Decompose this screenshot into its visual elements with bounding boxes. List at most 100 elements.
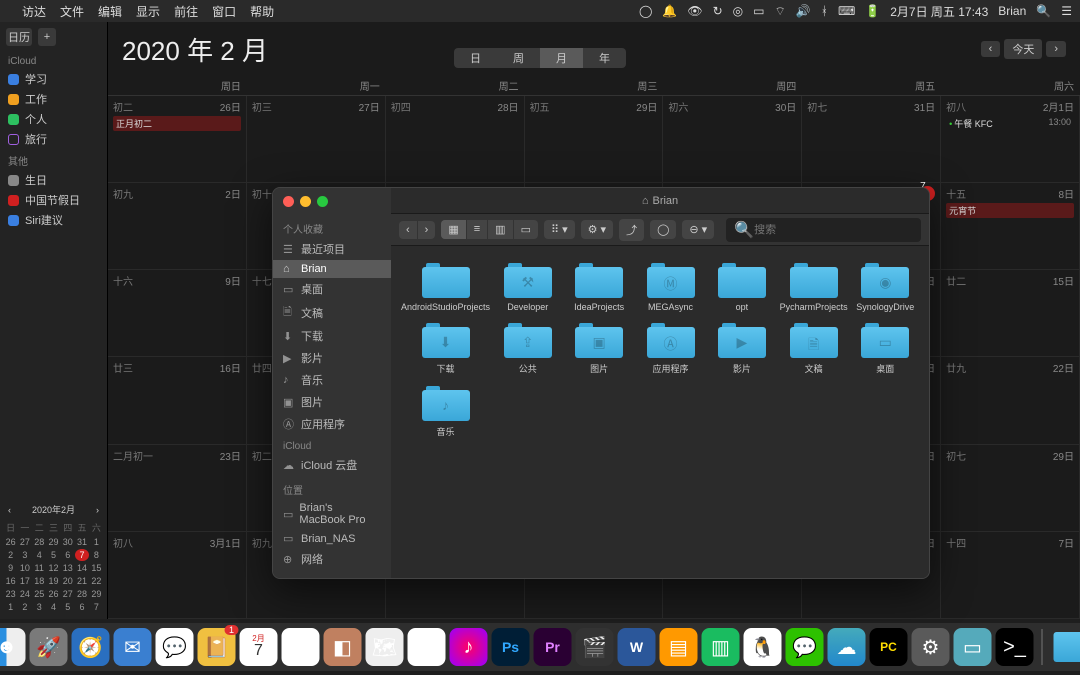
checkbox-icon[interactable] <box>8 114 19 125</box>
mini-cal-day[interactable]: 16 <box>4 575 17 587</box>
status-icon[interactable]: ◎ <box>733 4 743 18</box>
folder-item[interactable]: ⓂMEGAsync <box>637 260 704 312</box>
mini-cal-day[interactable]: 20 <box>61 575 74 587</box>
sidebar-item[interactable]: Ⓐ应用程序 <box>273 413 391 435</box>
mini-cal-day[interactable]: 24 <box>18 588 31 600</box>
sidebar-item[interactable]: 🗎文稿 <box>273 300 391 325</box>
view-week[interactable]: 周 <box>497 48 540 68</box>
dock-app[interactable]: 🚀 <box>30 628 68 666</box>
dock-app[interactable]: ♪ <box>450 628 488 666</box>
zoom-button[interactable] <box>317 196 328 207</box>
bluetooth-icon[interactable]: ᚼ <box>821 4 828 18</box>
dock-app[interactable]: ▤ <box>660 628 698 666</box>
calendar-cell[interactable]: 初八3月1日 <box>108 532 247 619</box>
view-year[interactable]: 年 <box>583 48 626 68</box>
display-icon[interactable]: ▭ <box>753 4 764 18</box>
mini-cal-day[interactable]: 25 <box>33 588 46 600</box>
view-month[interactable]: 月 <box>540 48 583 68</box>
sidebar-item[interactable]: ▣图片 <box>273 391 391 413</box>
calendar-cell[interactable]: 初九2日 <box>108 183 247 270</box>
dock-app[interactable]: 🧭 <box>72 628 110 666</box>
finder-content[interactable]: AndroidStudioProjects⚒DeveloperIdeaProje… <box>391 246 929 578</box>
sidebar-item[interactable]: ⬇下载 <box>273 325 391 347</box>
calendar-cell[interactable]: 二月初一23日 <box>108 445 247 532</box>
mini-cal-day[interactable]: 15 <box>90 562 103 574</box>
mini-cal-day[interactable]: 12 <box>47 562 60 574</box>
list-view-button[interactable]: ≡ <box>467 220 488 239</box>
gallery-view-button[interactable]: ▭ <box>514 220 538 239</box>
status-icon[interactable]: 👁 <box>687 4 702 18</box>
mini-cal-next[interactable]: › <box>96 505 99 515</box>
share-button[interactable]: ⤴ <box>619 219 644 241</box>
sidebar-item[interactable]: ⌂Brian <box>273 260 391 278</box>
dropdown-button[interactable]: ⊖ ▾ <box>682 220 714 239</box>
folder-item[interactable]: PycharmProjects <box>780 260 848 312</box>
mini-cal-day[interactable]: 22 <box>90 575 103 587</box>
arrange-button[interactable]: ⠿ ▾ <box>544 220 575 239</box>
dock-app[interactable]: 🎬 <box>576 628 614 666</box>
keyboard-icon[interactable]: ⌨ <box>838 4 855 18</box>
clock[interactable]: 2月7日 周五 17:43 <box>890 3 988 20</box>
calendar-list-item[interactable]: 生日 <box>0 170 107 190</box>
mini-cal-day[interactable]: 29 <box>47 536 60 548</box>
mini-cal-day[interactable]: 7 <box>75 549 88 561</box>
dock-downloads[interactable] <box>1051 628 1080 666</box>
calendar-list-item[interactable]: 旅行 <box>0 129 107 149</box>
mini-cal-day[interactable]: 5 <box>47 549 60 561</box>
dock-app[interactable]: ☁ <box>828 628 866 666</box>
checkbox-icon[interactable] <box>8 215 19 226</box>
sidebar-item[interactable]: ☰最近项目 <box>273 238 391 260</box>
mini-cal-day[interactable]: 1 <box>90 536 103 548</box>
app-name[interactable]: 访达 <box>22 3 46 20</box>
dock-app[interactable]: ✉ <box>114 628 152 666</box>
mini-cal-day[interactable]: 27 <box>61 588 74 600</box>
dock-app[interactable]: ☻ <box>0 628 26 666</box>
mini-cal-day[interactable]: 28 <box>75 588 88 600</box>
folder-item[interactable]: ▶影片 <box>708 320 775 375</box>
folder-item[interactable]: ▣图片 <box>565 320 632 375</box>
calendar-cell[interactable]: 初三27日 <box>247 96 386 183</box>
search-input[interactable] <box>754 224 913 236</box>
next-month-button[interactable]: › <box>1046 41 1066 57</box>
dock-app[interactable]: 💬 <box>156 628 194 666</box>
calendar-cell[interactable]: 初二26日正月初二 <box>108 96 247 183</box>
today-button[interactable]: 今天 <box>1004 39 1042 59</box>
add-calendar-button[interactable]: + <box>38 28 56 46</box>
calendar-cell[interactable]: 廿三16日 <box>108 357 247 444</box>
sync-icon[interactable]: ↻ <box>713 4 723 18</box>
calendar-list-item[interactable]: 中国节假日 <box>0 190 107 210</box>
mini-cal-day[interactable]: 13 <box>61 562 74 574</box>
finder-window[interactable]: 个人收藏 ☰最近项目⌂Brian▭桌面🗎文稿⬇下载▶影片♪音乐▣图片Ⓐ应用程序 … <box>272 187 930 579</box>
dock-app[interactable]: 💬 <box>786 628 824 666</box>
battery-icon[interactable]: 🔋 <box>865 4 880 18</box>
calendar-list-item[interactable]: Siri建议 <box>0 210 107 230</box>
calendar-event[interactable]: 正月初二 <box>113 116 241 131</box>
mini-cal-day[interactable]: 8 <box>90 549 103 561</box>
menu-help[interactable]: 帮助 <box>250 3 274 20</box>
dock-app[interactable]: Pr <box>534 628 572 666</box>
sidebar-item[interactable]: ☁iCloud 云盘 <box>273 454 391 476</box>
calendar-event[interactable]: 午餐 KFC13:00 <box>946 116 1074 131</box>
mini-cal-day[interactable]: 3 <box>18 549 31 561</box>
mini-cal-day[interactable]: 2 <box>4 549 17 561</box>
view-day[interactable]: 日 <box>454 48 497 68</box>
sidebar-item[interactable]: ⊕网络 <box>273 548 391 570</box>
view-segmented-control[interactable]: 日 周 月 年 <box>454 48 626 68</box>
status-icon[interactable]: ◯ <box>639 4 652 18</box>
user-name[interactable]: Brian <box>998 4 1026 18</box>
mini-cal-day[interactable]: 19 <box>47 575 60 587</box>
mini-cal-day[interactable]: 18 <box>33 575 46 587</box>
calendar-cell[interactable]: 十五8日元宵节 <box>941 183 1080 270</box>
menu-file[interactable]: 文件 <box>60 3 84 20</box>
mini-cal-day[interactable]: 6 <box>61 549 74 561</box>
folder-item[interactable]: Ⓐ应用程序 <box>637 320 704 375</box>
mini-cal-day[interactable]: 6 <box>75 601 88 613</box>
mini-cal-day[interactable]: 23 <box>4 588 17 600</box>
sidebar-item[interactable]: ▶影片 <box>273 347 391 369</box>
dock-app[interactable]: PC <box>870 628 908 666</box>
calendar-list-item[interactable]: 工作 <box>0 89 107 109</box>
mini-cal-day[interactable]: 30 <box>61 536 74 548</box>
calendar-cell[interactable]: 初七31日 <box>802 96 941 183</box>
calendar-cell[interactable]: 廿九22日 <box>941 357 1080 444</box>
wifi-icon[interactable]: ⌔ <box>775 4 786 19</box>
